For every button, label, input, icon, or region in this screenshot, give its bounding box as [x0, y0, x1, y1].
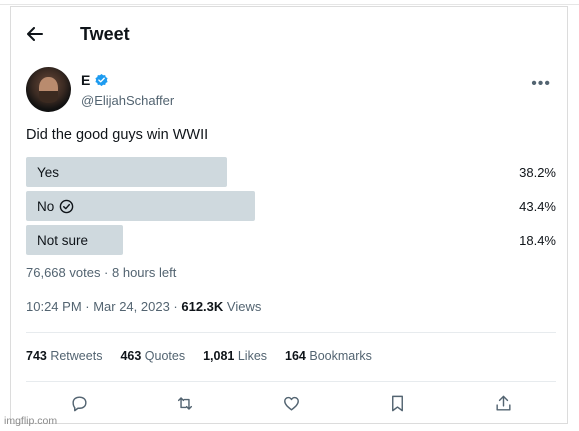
bookmark-icon[interactable] — [386, 392, 408, 414]
arrow-left-icon[interactable] — [26, 25, 44, 43]
views-count: 612.3K — [181, 299, 224, 314]
divider — [26, 332, 556, 333]
poll-option-no[interactable]: No 43.4% — [26, 191, 556, 221]
quotes-stat[interactable]: 463 Quotes — [120, 349, 185, 363]
avatar[interactable] — [26, 67, 71, 112]
poll-option-not-sure[interactable]: Not sure 18.4% — [26, 225, 556, 255]
poll-option-percent: 38.2% — [519, 164, 556, 180]
poll-option-label: Not sure — [37, 232, 89, 248]
heart-icon[interactable] — [280, 392, 302, 414]
tweet-card: Tweet E @ElijahSchaffer ••• Did the good… — [10, 6, 568, 424]
action-bar — [26, 391, 556, 415]
bookmarks-stat[interactable]: 164 Bookmarks — [285, 349, 372, 363]
watermark: imgflip.com — [4, 415, 58, 427]
poll-option-label: Yes — [37, 164, 60, 180]
views-label: Views — [223, 299, 262, 314]
author-handle[interactable]: @ElijahSchaffer — [81, 93, 174, 108]
poll-option-percent: 43.4% — [519, 198, 556, 214]
timestamp-text[interactable]: 10:24 PM · Mar 24, 2023 · — [26, 299, 181, 314]
poll: Yes 38.2% No 43.4% Not sure 18.4% — [26, 157, 556, 259]
tweet-text: Did the good guys win WWII — [26, 127, 209, 143]
poll-option-percent: 18.4% — [519, 232, 556, 248]
poll-meta: 76,668 votes · 8 hours left — [26, 265, 177, 280]
poll-option-label: No — [37, 191, 74, 221]
retweet-icon[interactable] — [174, 392, 196, 414]
poll-option-yes[interactable]: Yes 38.2% — [26, 157, 556, 187]
tweet-timestamp: 10:24 PM · Mar 24, 2023 · 612.3K Views — [26, 299, 261, 314]
retweets-stat[interactable]: 743 Retweets — [26, 349, 102, 363]
page-title: Tweet — [80, 23, 130, 44]
author-name[interactable]: E — [81, 72, 90, 88]
author-block: E @ElijahSchaffer — [26, 67, 174, 112]
reply-icon[interactable] — [68, 392, 90, 414]
verified-badge-icon — [94, 73, 109, 88]
divider — [26, 381, 556, 382]
author-identity: E @ElijahSchaffer — [81, 71, 174, 108]
likes-stat[interactable]: 1,081 Likes — [203, 349, 267, 363]
check-circle-icon — [59, 199, 74, 214]
tweet-stats: 743 Retweets 463 Quotes 1,081 Likes 164 … — [26, 349, 372, 363]
share-icon[interactable] — [492, 392, 514, 414]
more-horizontal-icon[interactable]: ••• — [531, 75, 551, 93]
top-border — [0, 4, 579, 5]
tweet-header: Tweet — [26, 23, 130, 45]
